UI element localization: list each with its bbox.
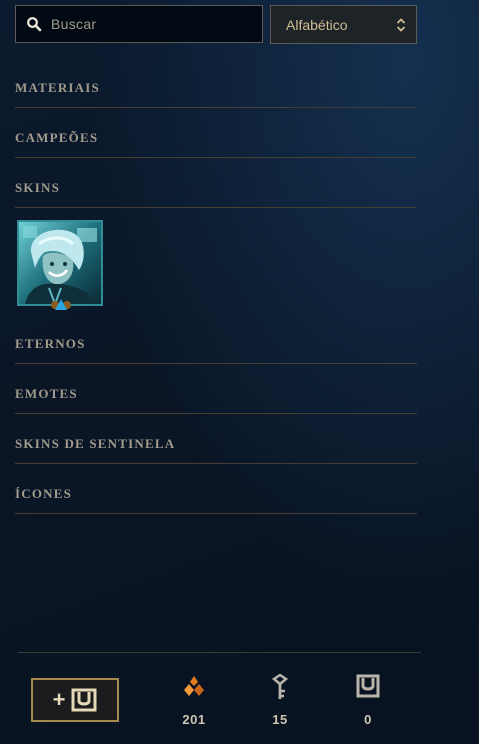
- hextech-key-icon: [271, 674, 289, 699]
- add-loot-chest-icon: [71, 688, 97, 712]
- orange-essence-amount: 201: [182, 712, 206, 727]
- currency-hextech-key: 15: [260, 674, 300, 727]
- section-campeoes[interactable]: CAMPEÕES: [15, 130, 417, 158]
- section-eternos[interactable]: ETERNOS: [15, 336, 417, 364]
- search-input[interactable]: [51, 16, 241, 32]
- chest-icon: [356, 674, 380, 698]
- rarity-badge-icon: [51, 299, 71, 310]
- plus-icon: +: [52, 687, 66, 712]
- section-skins[interactable]: SKINS: [15, 180, 417, 208]
- updown-chevron-icon: [396, 17, 406, 32]
- add-loot-button[interactable]: +: [31, 678, 119, 722]
- sort-dropdown[interactable]: Alfabético: [270, 5, 417, 44]
- skin-portrait: [17, 220, 103, 306]
- currency-orange-essence: 201: [174, 674, 214, 727]
- search-icon: [27, 17, 42, 32]
- footer-divider: [18, 652, 421, 653]
- skin-item[interactable]: [17, 220, 103, 310]
- chest-amount: 0: [364, 712, 372, 727]
- hextech-key-amount: 15: [272, 712, 288, 727]
- section-materiais[interactable]: MATERIAIS: [15, 80, 417, 108]
- sort-selected-label: Alfabético: [286, 16, 348, 33]
- section-emotes[interactable]: EMOTES: [15, 386, 417, 414]
- section-skins-de-sentinela[interactable]: SKINS DE SENTINELA: [15, 436, 417, 464]
- section-icones[interactable]: ÍCONES: [15, 486, 417, 514]
- orange-essence-icon: [184, 676, 204, 696]
- currency-chest: 0: [348, 674, 388, 727]
- search-field[interactable]: [15, 5, 263, 43]
